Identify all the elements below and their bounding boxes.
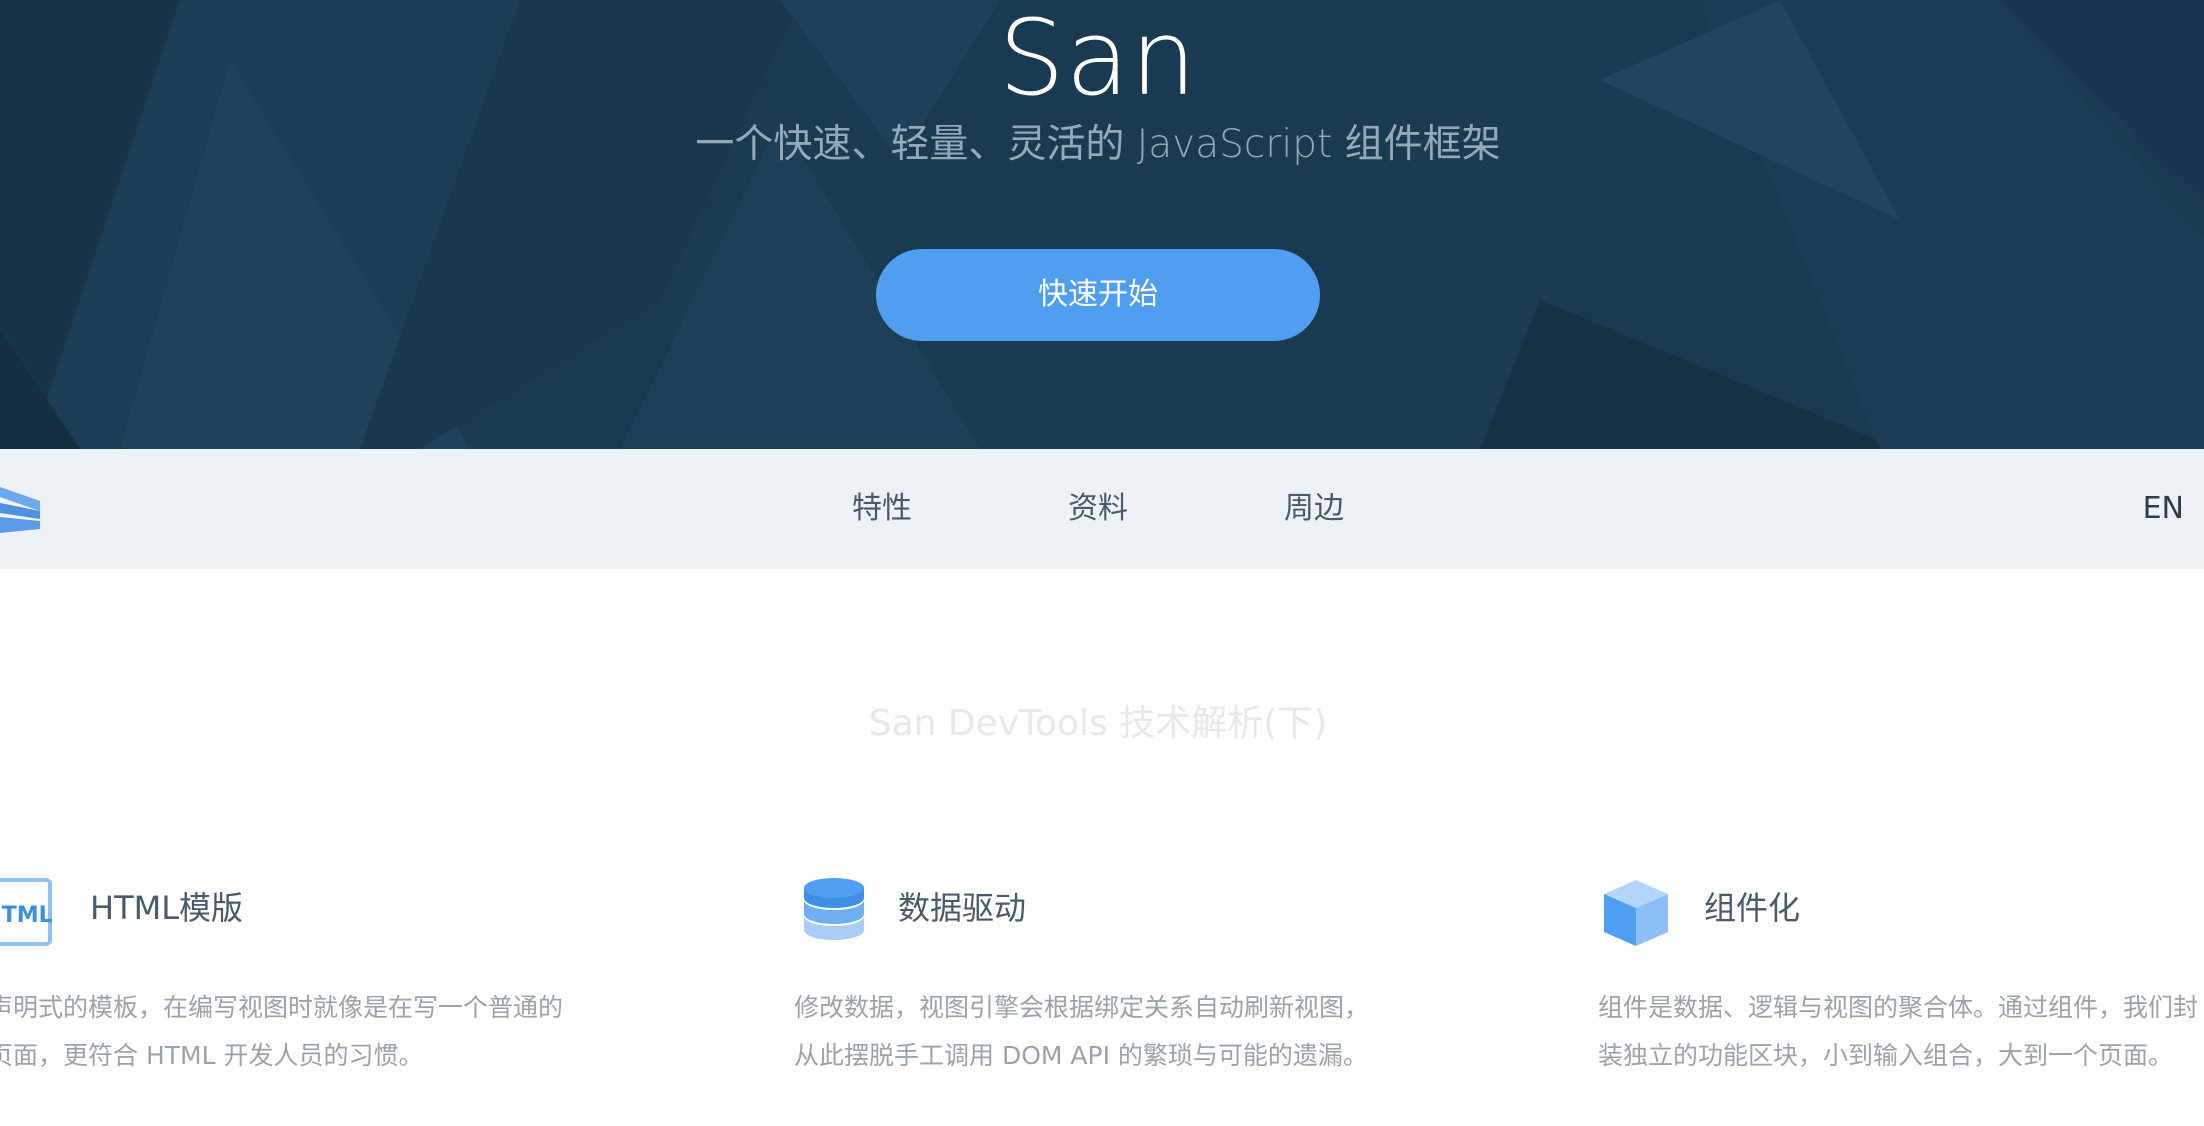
main-nav: 特性 资料 周边 EN xyxy=(0,449,2204,569)
quick-start-button[interactable]: 快速开始 xyxy=(876,249,1320,341)
hero-title: San xyxy=(998,0,1198,119)
feature-title: 数据驱动 xyxy=(898,889,1027,927)
svg-text:HTML: HTML xyxy=(0,903,53,928)
nav-item-ecosystem[interactable]: 周边 xyxy=(1256,449,1372,569)
feature-description: 声明式的模板，在编写视图时就像是在写一个普通的页面，更符合 HTML 开发人员的… xyxy=(0,993,564,1070)
nav-menu: 特性 资料 周边 xyxy=(0,449,2196,569)
database-icon xyxy=(804,878,864,940)
cube-icon xyxy=(1604,880,1668,946)
feature-componentization: 组件化 组件是数据、逻辑与视图的聚合体。通过组件，我们封装独立的功能区块，小到输… xyxy=(1598,872,2198,1126)
hero-subtitle: 一个快速、轻量、灵活的 JavaScript 组件框架 xyxy=(695,122,1501,167)
feature-data-driven: 数据驱动 修改数据，视图引擎会根据绑定关系自动刷新视图，从此摆脱手工调用 DOM… xyxy=(794,872,1394,1126)
feature-html-template: HTML HTML模版 声明式的模板，在编写视图时就像是在写一个普通的页面，更符… xyxy=(0,872,600,1126)
page: San 一个快速、轻量、灵活的 JavaScript 组件框架 快速开始 特性 … xyxy=(0,0,2204,1126)
feature-description: 修改数据，视图引擎会根据绑定关系自动刷新视图，从此摆脱手工调用 DOM API … xyxy=(794,993,1370,1070)
html-icon: HTML xyxy=(0,878,53,946)
feature-title: 组件化 xyxy=(1704,889,1801,927)
news-headline-link[interactable]: San DevTools 技术解析(下) xyxy=(0,696,2196,752)
nav-item-docs[interactable]: 资料 xyxy=(1040,449,1156,569)
hero-banner: San 一个快速、轻量、灵活的 JavaScript 组件框架 快速开始 xyxy=(0,0,2204,449)
nav-item-features[interactable]: 特性 xyxy=(824,449,940,569)
feature-title: HTML模版 xyxy=(90,889,244,927)
feature-description: 组件是数据、逻辑与视图的聚合体。通过组件，我们封装独立的功能区块，小到输入组合，… xyxy=(1598,993,2199,1070)
language-switch-link[interactable]: EN xyxy=(2143,449,2184,569)
